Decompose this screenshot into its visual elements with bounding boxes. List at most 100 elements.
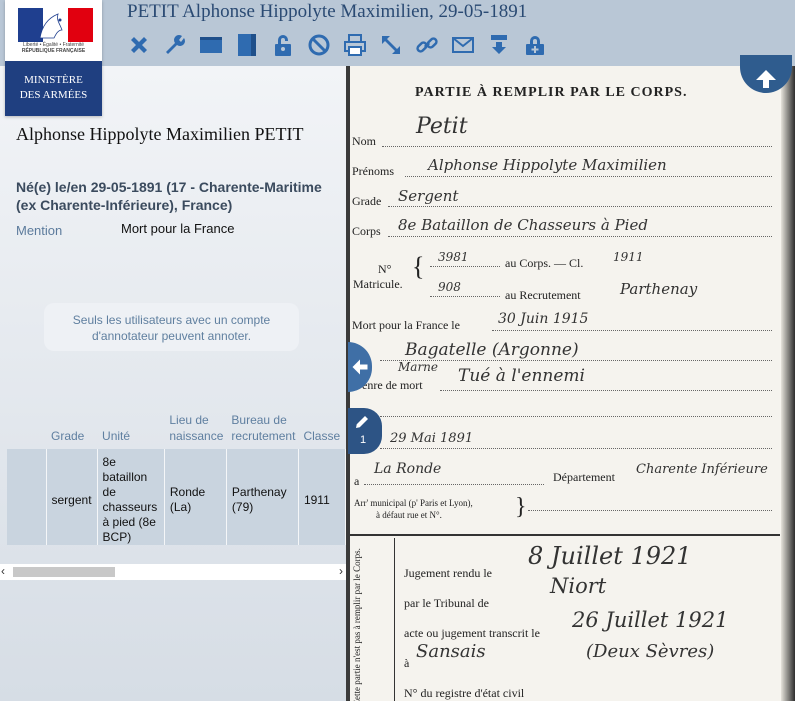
layout-vertical-icon[interactable]: [234, 31, 260, 59]
lock-add-icon[interactable]: [522, 31, 548, 59]
arrow-left-icon: [352, 359, 368, 375]
dotted-line: [380, 448, 772, 449]
details-table: Grade Unité Lieu de naissance Bureau de …: [7, 402, 346, 545]
table-cell: 1911: [298, 449, 346, 545]
column-header: Lieu de naissance: [169, 413, 224, 443]
horizontal-scrollbar[interactable]: ‹ ›: [0, 564, 346, 580]
download-icon[interactable]: [486, 31, 512, 59]
doc-label: Corps: [352, 224, 381, 238]
doc-label: Mort pour la France le: [352, 318, 460, 332]
handwritten-value: Sansais: [416, 641, 486, 662]
dotted-line: [388, 206, 772, 207]
dotted-line: [382, 146, 772, 147]
doc-heading: PARTIE À REMPLIR PAR LE CORPS.: [415, 85, 688, 100]
dotted-line: [528, 510, 772, 511]
column-header: Grade: [51, 429, 85, 443]
scrollbar-thumb[interactable]: [13, 567, 115, 577]
handwritten-value: 1911: [613, 250, 644, 264]
layout-horizontal-icon[interactable]: [198, 31, 224, 59]
doc-label: à défaut rue et N°.: [376, 510, 442, 520]
handwritten-value: Bagatelle (Argonne): [405, 340, 579, 360]
handwritten-value: Parthenay: [620, 280, 698, 298]
handwritten-value: Sergent: [398, 187, 459, 205]
doc-label: a: [354, 474, 360, 488]
dotted-line: [380, 360, 772, 361]
table-header-row: Grade Unité Lieu de naissance Bureau de …: [7, 402, 346, 449]
handwritten-value: 8 Juillet 1921: [528, 542, 692, 570]
doc-label: Grade: [352, 194, 382, 208]
handwritten-value: 908: [438, 280, 461, 294]
brace: {: [412, 252, 425, 281]
doc-label: au Corps. — Cl.: [505, 256, 584, 270]
fold-divider: [394, 538, 395, 701]
mention-label: Mention: [16, 223, 63, 238]
doc-label: Prénoms: [352, 164, 394, 178]
handwritten-value: 8e Bataillon de Chasseurs à Pied: [398, 216, 648, 234]
wrench-icon[interactable]: [162, 31, 188, 59]
dotted-line: [440, 390, 772, 391]
ministry-name: MINISTÈRE DES ARMÉES: [5, 61, 102, 116]
lock-icon[interactable]: [270, 31, 296, 59]
handwritten-value: 26 Juillet 1921: [572, 608, 729, 632]
column-header: Unité: [102, 429, 131, 443]
dotted-line: [380, 416, 772, 417]
link-icon[interactable]: [414, 31, 440, 59]
handwritten-value: 3981: [438, 250, 469, 264]
doc-label: par le Tribunal de: [404, 596, 489, 610]
brace: }: [515, 494, 527, 520]
print-icon[interactable]: [342, 31, 368, 59]
table-cell: Ronde (La): [164, 449, 227, 545]
doc-label: Département: [553, 470, 615, 484]
toolbar: [126, 31, 548, 61]
handwritten-value: 29 Mai 1891: [390, 431, 474, 446]
document-viewer[interactable]: PARTIE À REMPLIR PAR LE CORPS. Nom Petit…: [346, 66, 795, 701]
dotted-line: [388, 236, 772, 237]
annotation-notice: Seuls les utilisateurs avec un compte d'…: [44, 303, 299, 351]
handwritten-value: Charente Inférieure: [636, 462, 768, 477]
handwritten-value: Petit: [416, 114, 468, 139]
scroll-left-icon[interactable]: ‹: [1, 564, 5, 578]
record-panel: Alphonse Hippolyte Maximilien PETIT Né(e…: [0, 66, 346, 701]
dotted-line: [405, 176, 772, 177]
motto: Liberté • Égalité • Fraternité RÉPUBLIQUE…: [21, 42, 86, 54]
fold-note: Cette partie n'est pas à remplir par le …: [352, 548, 362, 701]
table-row[interactable]: sergent 8e bataillon de chasseurs à pied…: [7, 449, 346, 545]
column-header: [7, 402, 46, 449]
table-cell: [7, 449, 47, 545]
column-header: Classe: [303, 429, 341, 443]
forbidden-icon[interactable]: [306, 31, 332, 59]
close-icon[interactable]: [126, 31, 152, 59]
doc-label: Arr' municipal (p' Paris et Lyon),: [354, 498, 473, 508]
doc-label: à: [404, 656, 410, 670]
handwritten-value: La Ronde: [374, 461, 442, 477]
scroll-right-icon[interactable]: ›: [339, 564, 343, 578]
pencil-icon: [356, 416, 368, 428]
email-icon[interactable]: [450, 31, 476, 59]
handwritten-value: 30 Juin 1915: [498, 311, 589, 327]
page-edge: [781, 66, 795, 701]
dotted-line: [430, 296, 500, 297]
ministry-logo: Liberté • Égalité • Fraternité RÉPUBLIQUE…: [5, 0, 102, 116]
doc-label: N° du registre d'état civil: [404, 686, 525, 700]
table-cell: sergent: [46, 449, 98, 545]
table-cell: 8e bataillon de chasseurs à pied (8e BCP…: [97, 449, 165, 545]
app-header: PETIT Alphonse Hippolyte Maximilien, 29-…: [0, 0, 795, 68]
dotted-line: [492, 330, 772, 331]
handwritten-value: Alphonse Hippolyte Maximilien: [428, 156, 667, 174]
annotations-button[interactable]: 1: [348, 408, 382, 454]
handwritten-value: Niort: [550, 574, 607, 598]
marianne-flag-icon: [18, 8, 93, 42]
doc-label: Matricule.: [353, 277, 403, 291]
column-header: Bureau de recrutement: [231, 413, 296, 443]
expand-icon[interactable]: [378, 31, 404, 59]
dotted-line: [430, 266, 500, 267]
section-divider: [350, 534, 780, 536]
mention-value: Mort pour la France: [121, 221, 235, 236]
handwritten-value: Marne: [398, 360, 439, 374]
handwritten-value: (Deux Sèvres): [586, 641, 715, 662]
dotted-line: [364, 484, 544, 485]
person-name: Alphonse Hippolyte Maximilien PETIT: [16, 124, 304, 144]
doc-label: N°: [378, 262, 392, 276]
doc-label: enre de mort: [362, 378, 423, 392]
handwritten-value: Tué à l'ennemi: [458, 366, 585, 386]
